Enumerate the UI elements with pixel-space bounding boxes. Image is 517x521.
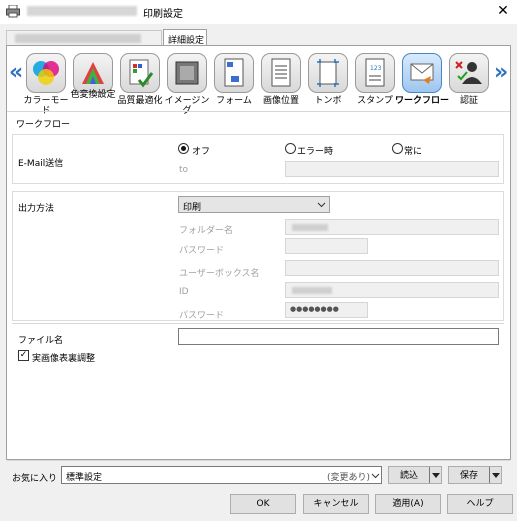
favorites-value: 標準設定 xyxy=(66,473,103,483)
radio-always[interactable] xyxy=(392,143,403,154)
printer-name xyxy=(27,6,137,16)
filename-label: ファイル名 xyxy=(18,336,64,346)
window-title: 印刷設定 xyxy=(143,9,183,20)
apply-button[interactable]: 適用(A) xyxy=(375,494,441,514)
workflow-icon xyxy=(410,63,434,84)
dropdown-arrow-icon xyxy=(492,473,500,478)
userbox-field xyxy=(285,260,499,276)
color-conversion-button[interactable] xyxy=(73,53,113,93)
radio-error[interactable] xyxy=(285,143,296,154)
radio-off[interactable] xyxy=(178,143,189,154)
close-button[interactable]: ✕ xyxy=(494,2,512,20)
section-title: ワークフロー xyxy=(16,120,71,130)
tab-printer[interactable] xyxy=(6,30,162,45)
favorites-select[interactable]: 標準設定 (変更あり) xyxy=(61,466,382,484)
load-button[interactable]: 読込 xyxy=(388,466,442,484)
iconbar-divider xyxy=(7,111,510,112)
favorites-changed: (変更あり) xyxy=(327,473,371,483)
save-button[interactable]: 保存 xyxy=(448,466,502,484)
id-label: ID xyxy=(179,287,189,297)
dropdown-arrow-icon xyxy=(432,473,440,478)
password-field xyxy=(285,238,368,254)
tab-advanced[interactable]: 詳細設定 xyxy=(163,29,207,46)
color-mode-icon xyxy=(33,61,59,85)
favorites-label: お気に入り xyxy=(12,474,58,484)
quality-icon xyxy=(129,59,154,88)
password2-label: パスワード xyxy=(179,311,225,321)
icon-label-quality: 品質最適化 xyxy=(117,96,163,106)
folder-field xyxy=(285,219,499,235)
color-mode-button[interactable] xyxy=(26,53,66,93)
radio-error-label: エラー時 xyxy=(297,147,334,157)
icon-label-color-mode: カラーモード xyxy=(23,96,69,116)
chevron-down-icon xyxy=(317,202,326,208)
crop-mark-button[interactable] xyxy=(308,53,348,93)
form-icon xyxy=(224,58,244,87)
filename-divider xyxy=(12,323,504,324)
imaging-button[interactable] xyxy=(167,53,207,93)
password-label: パスワード xyxy=(179,246,225,256)
to-label: to xyxy=(179,165,189,175)
auth-icon xyxy=(455,61,482,84)
auth-button[interactable] xyxy=(449,53,489,93)
iconbar-prev-button[interactable]: « xyxy=(9,60,23,85)
form-button[interactable] xyxy=(214,53,254,93)
icon-label-crop-mark: トンボ xyxy=(314,96,342,106)
icon-label-color-conversion: 色変換設定 xyxy=(70,90,116,100)
id-field xyxy=(285,282,499,298)
favorites-divider xyxy=(7,460,510,461)
filename-input[interactable] xyxy=(178,328,499,345)
printer-icon xyxy=(6,5,20,18)
title-bar: 印刷設定 ✕ xyxy=(0,0,517,24)
email-label: E-Mail送信 xyxy=(18,159,64,169)
icon-label-auth: 認証 xyxy=(459,96,478,106)
svg-text:123: 123 xyxy=(370,65,382,72)
image-position-button[interactable] xyxy=(261,53,301,93)
output-select[interactable]: 印刷 xyxy=(178,196,330,213)
workflow-button[interactable] xyxy=(402,53,442,93)
icon-label-imaging: イメージング xyxy=(164,96,210,116)
radio-always-label: 常に xyxy=(404,147,423,157)
password2-value: ●●●●●●●● xyxy=(290,305,339,313)
chevron-down-icon xyxy=(371,473,380,479)
userbox-label: ユーザーボックス名 xyxy=(179,269,260,279)
color-conversion-icon xyxy=(82,62,104,84)
help-button[interactable]: ヘルプ xyxy=(447,494,513,514)
to-field xyxy=(285,161,499,177)
password2-field: ●●●●●●●● xyxy=(285,302,368,318)
icon-label-image-position: 画像位置 xyxy=(262,96,299,106)
adjust-checkbox[interactable]: ✓ xyxy=(18,350,29,361)
stamp-icon: 123 xyxy=(365,58,385,87)
iconbar-next-button[interactable]: » xyxy=(494,60,508,85)
crop-mark-icon xyxy=(317,59,339,87)
icon-label-form: フォーム xyxy=(216,96,252,106)
output-label: 出力方法 xyxy=(18,204,55,214)
radio-off-label: オフ xyxy=(192,147,211,157)
folder-label: フォルダー名 xyxy=(179,226,234,236)
stamp-button[interactable]: 123 xyxy=(355,53,395,93)
image-position-icon xyxy=(271,58,291,87)
imaging-icon xyxy=(175,61,199,85)
cancel-button[interactable]: キャンセル xyxy=(303,494,369,514)
quality-button[interactable] xyxy=(120,53,160,93)
adjust-label: 実画像表裏調整 xyxy=(32,354,96,364)
output-select-value: 印刷 xyxy=(183,203,202,213)
ok-button[interactable]: OK xyxy=(230,494,296,514)
